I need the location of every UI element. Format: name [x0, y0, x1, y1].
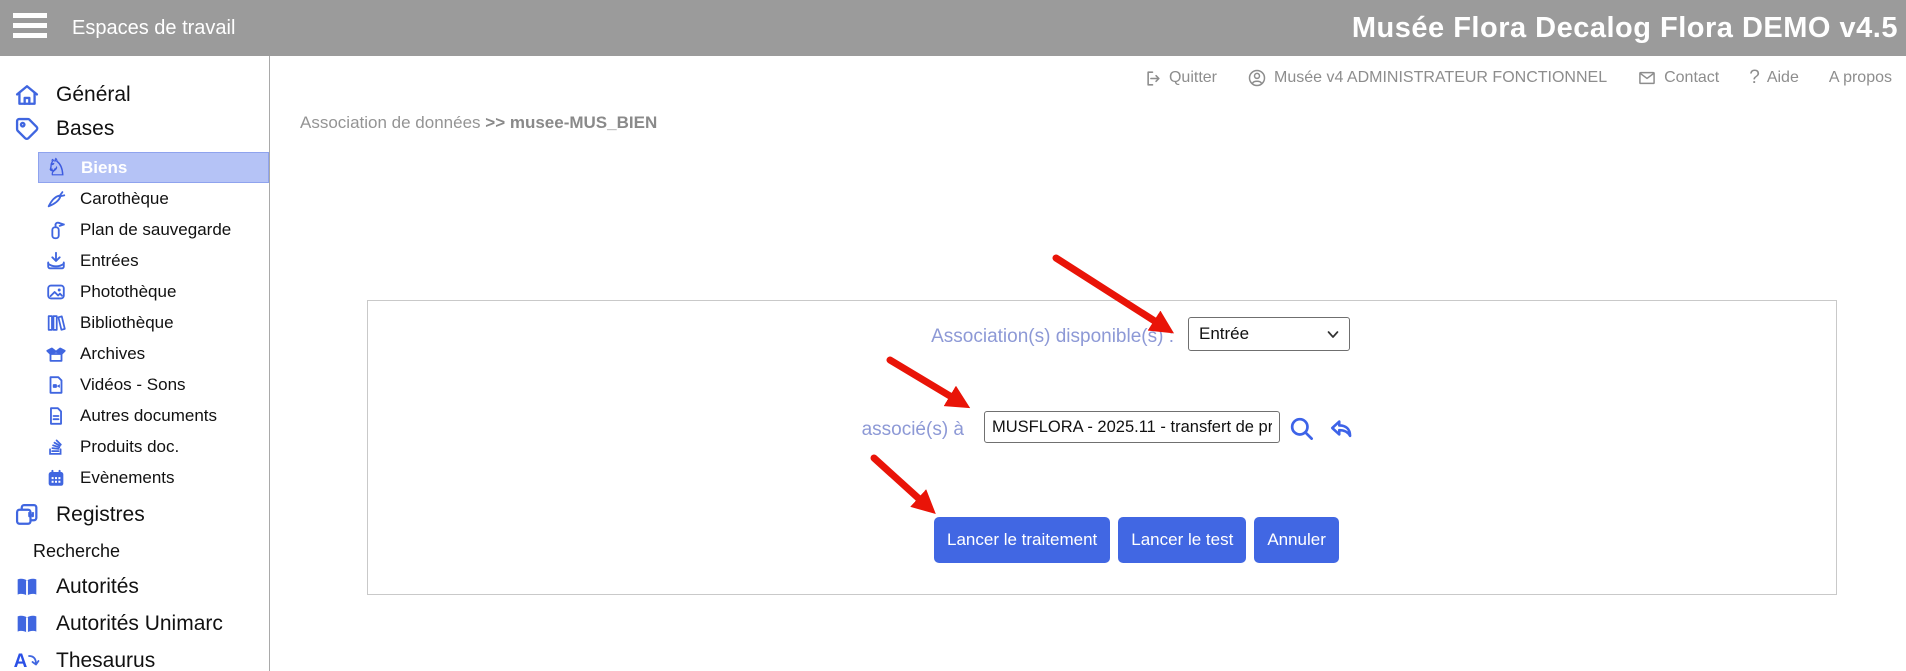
sidebar-item-autorites-unimarc[interactable]: Autorités Unimarc: [12, 607, 262, 641]
associated-to-label: associé(s) à: [368, 419, 964, 441]
undo-icon[interactable]: [1325, 412, 1357, 444]
user-account-link[interactable]: Musée v4 ADMINISTRATEUR FONCTIONNEL: [1247, 68, 1607, 88]
cancel-button[interactable]: Annuler: [1254, 517, 1339, 563]
sidebar-item-phototheque[interactable]: Photothèque: [38, 276, 269, 307]
sidebar-item-recherche[interactable]: Recherche: [33, 536, 264, 567]
tag-icon: [12, 114, 42, 144]
thesaurus-icon: A: [12, 646, 42, 671]
search-button[interactable]: [1285, 412, 1317, 444]
sidebar-item-carotheque[interactable]: Carothèque: [38, 183, 269, 214]
about-link[interactable]: A propos: [1829, 69, 1892, 87]
breadcrumb: Association de données >> musee-MUS_BIEN: [300, 113, 657, 133]
library-icon: [44, 311, 67, 334]
sidebar-item-entrees[interactable]: Entrées: [38, 245, 269, 276]
sidebar-item-videos-sons[interactable]: Vidéos - Sons: [38, 369, 269, 400]
sidebar-item-plan-de-sauvegarde[interactable]: Plan de sauvegarde: [38, 214, 269, 245]
open-book-icon: [12, 609, 42, 639]
photo-icon: [44, 280, 67, 303]
archive-box-icon: [44, 342, 67, 365]
association-select-value: Entrée: [1199, 324, 1249, 344]
sidebar-item-general[interactable]: Général: [12, 78, 262, 112]
paper-stack-icon: [44, 435, 67, 458]
calendar-icon: [44, 466, 67, 489]
document-icon: [44, 404, 67, 427]
exit-icon: [1143, 69, 1162, 88]
mail-icon: [1637, 68, 1657, 88]
launch-test-button[interactable]: Lancer le test: [1118, 517, 1246, 563]
associated-to-input[interactable]: [984, 411, 1280, 443]
form-buttons: Lancer le traitement Lancer le test Annu…: [934, 517, 1339, 563]
extinguisher-icon: [44, 218, 67, 241]
hamburger-menu-icon[interactable]: [13, 13, 47, 43]
contact-link[interactable]: Contact: [1637, 68, 1719, 88]
topbar: Espaces de travail Musée Flora Decalog F…: [0, 0, 1906, 56]
sidebar-item-biens[interactable]: ♘ Biens: [38, 152, 269, 183]
chevron-down-icon: [1327, 324, 1339, 344]
sidebar-item-bibliotheque[interactable]: Bibliothèque: [38, 307, 269, 338]
question-icon: ?: [1749, 67, 1760, 89]
sidebar: Général Bases ♘ Biens Carothèque Plan de…: [0, 56, 270, 671]
sidebar-item-registres[interactable]: Registres: [12, 498, 262, 532]
sidebar-item-archives[interactable]: Archives: [38, 338, 269, 369]
header-links: Quitter Musée v4 ADMINISTRATEUR FONCTION…: [1143, 56, 1892, 100]
sidebar-item-autorites[interactable]: Autorités: [12, 570, 262, 604]
inbox-download-icon: [44, 249, 67, 272]
association-form-panel: Association(s) disponible(s) : Entrée as…: [367, 300, 1837, 595]
app-title: Musée Flora Decalog Flora DEMO v4.5: [1352, 0, 1898, 56]
help-link[interactable]: ? Aide: [1749, 67, 1799, 89]
knight-icon: ♘: [45, 156, 68, 179]
sidebar-item-evenements[interactable]: Evènements: [38, 462, 269, 493]
quit-link[interactable]: Quitter: [1143, 69, 1217, 88]
sidebar-item-autres-documents[interactable]: Autres documents: [38, 400, 269, 431]
association-select[interactable]: Entrée: [1188, 317, 1350, 351]
user-icon: [1247, 68, 1267, 88]
video-document-icon: [44, 373, 67, 396]
home-icon: [12, 80, 42, 110]
sidebar-item-produits-doc[interactable]: Produits doc.: [38, 431, 269, 462]
open-book-icon: [12, 572, 42, 602]
registers-icon: [12, 500, 42, 530]
carrot-icon: [44, 187, 67, 210]
sidebar-item-bases[interactable]: Bases: [12, 112, 262, 146]
association-available-label: Association(s) disponible(s) :: [368, 326, 1174, 348]
launch-processing-button[interactable]: Lancer le traitement: [934, 517, 1110, 563]
flora-application-window: Espaces de travail Musée Flora Decalog F…: [0, 0, 1906, 671]
breadcrumb-current: >> musee-MUS_BIEN: [485, 113, 657, 132]
sidebar-item-thesaurus[interactable]: A Thesaurus: [12, 644, 262, 671]
workspace-label: Espaces de travail: [72, 0, 235, 56]
